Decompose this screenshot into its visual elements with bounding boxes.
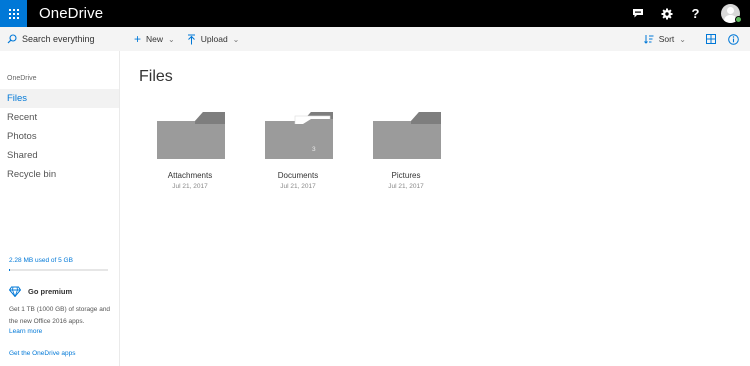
info-icon xyxy=(727,33,739,45)
settings-button[interactable] xyxy=(652,0,681,27)
sidebar-item-shared[interactable]: Shared xyxy=(0,146,119,165)
new-button[interactable]: + New ⌄ xyxy=(134,27,175,51)
plus-icon: + xyxy=(134,32,142,46)
folder-date: Jul 21, 2017 xyxy=(388,183,424,190)
sidebar-item-label: Recycle bin xyxy=(7,169,57,180)
folder-date: Jul 21, 2017 xyxy=(280,183,316,190)
info-button[interactable] xyxy=(722,27,744,51)
sidebar-item-recent[interactable]: Recent xyxy=(0,108,119,127)
sort-icon xyxy=(643,35,654,44)
go-premium-heading: Go premium xyxy=(9,286,72,297)
folder-date: Jul 21, 2017 xyxy=(172,183,208,190)
folder-tile-attachments[interactable]: Attachments Jul 21, 2017 xyxy=(146,109,234,195)
go-premium-title: Go premium xyxy=(28,287,73,296)
view-toggle-button[interactable] xyxy=(700,27,722,51)
search-icon xyxy=(7,34,17,44)
search-placeholder: Search everything xyxy=(22,34,95,44)
upload-button[interactable]: Upload ⌄ xyxy=(187,27,240,51)
folder-icon xyxy=(157,112,225,159)
gear-icon xyxy=(661,8,672,19)
upload-label: Upload xyxy=(200,34,228,44)
sidebar-item-recycle-bin[interactable]: Recycle bin xyxy=(0,165,119,184)
chevron-down-icon: ⌄ xyxy=(168,34,175,44)
sidebar-item-photos[interactable]: Photos xyxy=(0,127,119,146)
go-premium-description: Get 1 TB (1000 GB) of storage and the ne… xyxy=(9,306,111,325)
folder-name: Documents xyxy=(277,171,319,180)
folder-tile-pictures[interactable]: Pictures Jul 21, 2017 xyxy=(362,109,450,195)
chevron-down-icon: ⌄ xyxy=(232,34,240,44)
sort-label: Sort xyxy=(658,34,675,44)
sort-button[interactable]: Sort ⌄ xyxy=(643,27,686,51)
help-icon: ? xyxy=(691,6,700,21)
folder-name: Pictures xyxy=(391,171,421,180)
help-button[interactable]: ? xyxy=(681,0,710,27)
page-title: Files xyxy=(139,68,173,85)
search-box[interactable]: Search everything xyxy=(0,27,120,51)
folder-icon xyxy=(373,112,441,159)
account-button[interactable] xyxy=(710,0,750,27)
waffle-icon xyxy=(8,8,19,19)
upload-icon xyxy=(187,34,195,44)
item-count-badge: 3 xyxy=(312,146,316,153)
diamond-icon xyxy=(9,286,21,297)
new-label: New xyxy=(146,34,164,44)
learn-more-link[interactable]: Learn more xyxy=(9,328,42,335)
folder-name: Attachments xyxy=(167,171,213,180)
app-launcher-button[interactable] xyxy=(0,0,27,27)
folder-tile-documents[interactable]: 3 Documents Jul 21, 2017 xyxy=(254,109,342,195)
chevron-down-icon: ⌄ xyxy=(679,34,686,44)
chat-icon xyxy=(632,9,643,18)
grid-icon xyxy=(706,34,716,44)
storage-meter-fill xyxy=(9,269,10,271)
folder-with-files-icon xyxy=(265,112,333,159)
sidebar-item-label: Files xyxy=(7,93,28,104)
sidebar: OneDrive Files Recent Photos Shared Recy… xyxy=(0,51,120,366)
app-title[interactable]: OneDrive xyxy=(39,5,103,22)
command-bar-right: Sort ⌄ xyxy=(643,27,750,51)
sidebar-item-label: Shared xyxy=(7,150,38,161)
sidebar-item-label: Photos xyxy=(7,131,37,142)
sidebar-item-files[interactable]: Files xyxy=(0,89,119,108)
sidebar-item-label: Recent xyxy=(7,112,38,123)
chat-button[interactable] xyxy=(623,0,652,27)
get-onedrive-apps-link[interactable]: Get the OneDrive apps xyxy=(9,350,75,357)
sidebar-header: OneDrive xyxy=(7,75,37,82)
storage-usage-link[interactable]: 2.28 MB used of 5 GB xyxy=(9,257,73,264)
top-bar: OneDrive ? xyxy=(0,0,750,27)
presence-badge-icon xyxy=(735,16,742,23)
main-content: Files Attachments Jul 21, 2017 3 Documen… xyxy=(121,51,750,366)
storage-meter xyxy=(9,269,108,271)
onedrive-app: OneDrive ? Search everything + New ⌄ Upl… xyxy=(0,0,750,366)
command-bar: Search everything + New ⌄ Upload ⌄ Sort … xyxy=(0,27,750,51)
topbar-actions: ? xyxy=(623,0,750,27)
